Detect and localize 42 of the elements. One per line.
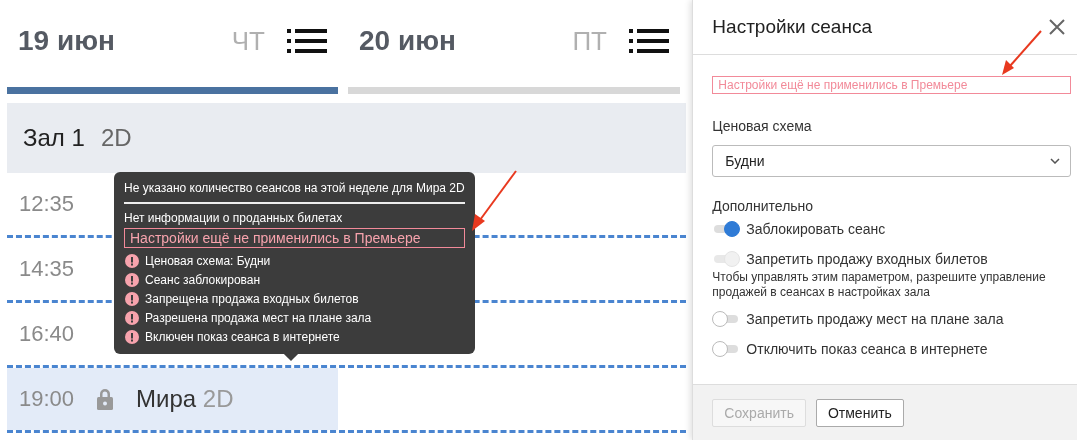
annotation-arrow bbox=[1000, 30, 1043, 76]
field-label: Ценовая схема bbox=[712, 118, 813, 134]
movie-title: Мира 2D bbox=[136, 385, 234, 413]
toggle-label: Заблокировать сеанс bbox=[746, 221, 886, 237]
close-icon[interactable] bbox=[1047, 17, 1067, 37]
chevron-down-icon bbox=[1050, 158, 1060, 164]
tooltip-item: Запрещена продажа входных билетов bbox=[145, 291, 359, 306]
weekday-label: ПТ bbox=[572, 25, 607, 57]
hint-text: Чтобы управлять этим параметром, разрешите управление продажей в сеансах в настройках зала bbox=[712, 270, 1047, 300]
footer-button[interactable]: Отменить bbox=[815, 398, 904, 427]
day-date: 19 июн bbox=[18, 25, 116, 57]
alert-icon bbox=[125, 253, 139, 268]
alert-icon bbox=[125, 272, 139, 287]
section-label: Дополнительно bbox=[712, 198, 815, 214]
list-icon[interactable] bbox=[629, 28, 669, 54]
price-scheme-dropdown[interactable]: Будни bbox=[712, 145, 1071, 177]
day-tab-bar[interactable] bbox=[348, 87, 680, 94]
hall-name: Зал 1 bbox=[23, 124, 85, 152]
session-time: 19:00 bbox=[19, 386, 75, 412]
toggle-label: Запретить продажу входных билетов bbox=[746, 251, 988, 267]
tooltip-info: Нет информации о проданных билетах bbox=[124, 210, 344, 226]
day-tab-bar[interactable] bbox=[7, 87, 338, 94]
tooltip-warning: Настройки ещё не применились в Премьере bbox=[124, 228, 465, 248]
tooltip-item: Включен показ сеанса в интернете bbox=[145, 329, 340, 344]
toggle-switch[interactable] bbox=[712, 221, 741, 237]
warning-message: Настройки ещё не применились в Премьере bbox=[712, 76, 1071, 94]
day-date: 20 июн bbox=[359, 25, 457, 57]
tooltip-header: Не указано количество сеансов на этой неделе для Мира 2D bbox=[124, 180, 465, 196]
alert-icon bbox=[125, 291, 139, 306]
alert-icon bbox=[125, 310, 139, 325]
list-icon[interactable] bbox=[287, 28, 327, 54]
session-cell[interactable]: 19:00 Мира 2D bbox=[7, 368, 338, 430]
hall-format: 2D bbox=[100, 124, 132, 152]
toggle-label: Отключить показ сеанса в интернете bbox=[746, 341, 988, 357]
panel-title: Настройки сеанса bbox=[712, 16, 872, 38]
tooltip-item: Разрешена продажа мест на плане зала bbox=[145, 310, 372, 325]
alert-icon bbox=[125, 329, 139, 344]
tooltip-item: Ценовая схема: Будни bbox=[145, 253, 271, 268]
annotation-arrow bbox=[470, 170, 518, 232]
tooltip-item: Сеанс заблокирован bbox=[145, 272, 261, 287]
weekday-label: ЧТ bbox=[231, 25, 265, 57]
toggle-label: Запретить продажу мест на плане зала bbox=[746, 311, 1004, 327]
